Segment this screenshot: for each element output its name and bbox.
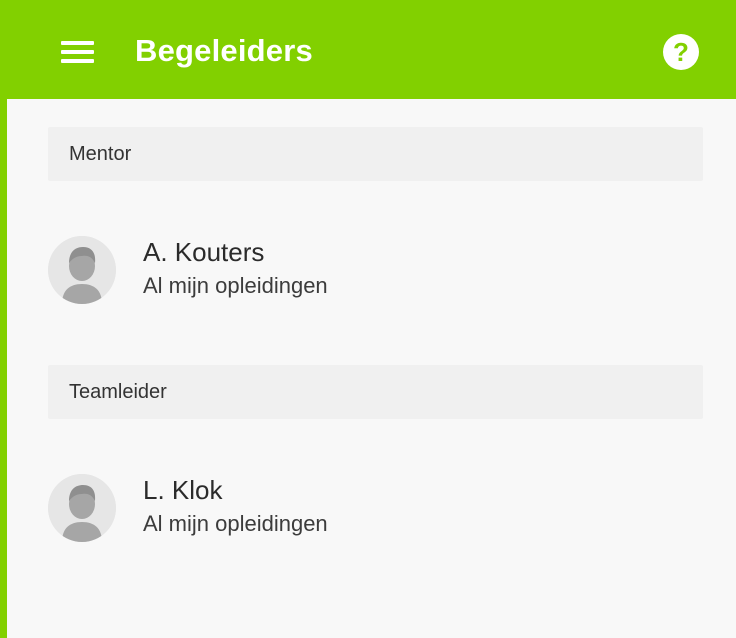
person-name: L. Klok — [143, 475, 223, 505]
person-subtitle: Al mijn opleidingen — [143, 511, 328, 536]
help-button[interactable]: ? — [663, 34, 699, 70]
person-name: A. Kouters — [143, 237, 265, 267]
section-label: Mentor — [69, 143, 132, 165]
section-label: Teamleider — [69, 381, 167, 403]
user-avatar-icon — [48, 474, 116, 542]
top-app-bar: Begeleiders ? — [7, 7, 736, 99]
user-avatar-icon — [48, 236, 116, 304]
app-window: Begeleiders ? Mentor A. Kouters Al mijn … — [7, 7, 736, 638]
list-item-mentor[interactable]: A. Kouters Al mijn opleidingen — [48, 236, 703, 308]
app-frame: Begeleiders ? Mentor A. Kouters Al mijn … — [0, 0, 736, 638]
section-header-teamleider: Teamleider — [48, 365, 703, 419]
page-title: Begeleiders — [135, 33, 313, 68]
person-subtitle: Al mijn opleidingen — [143, 273, 328, 298]
section-header-mentor: Mentor — [48, 127, 703, 181]
list-item-teamleider[interactable]: L. Klok Al mijn opleidingen — [48, 474, 703, 546]
menu-button[interactable] — [57, 37, 97, 67]
help-icon: ? — [673, 37, 689, 67]
